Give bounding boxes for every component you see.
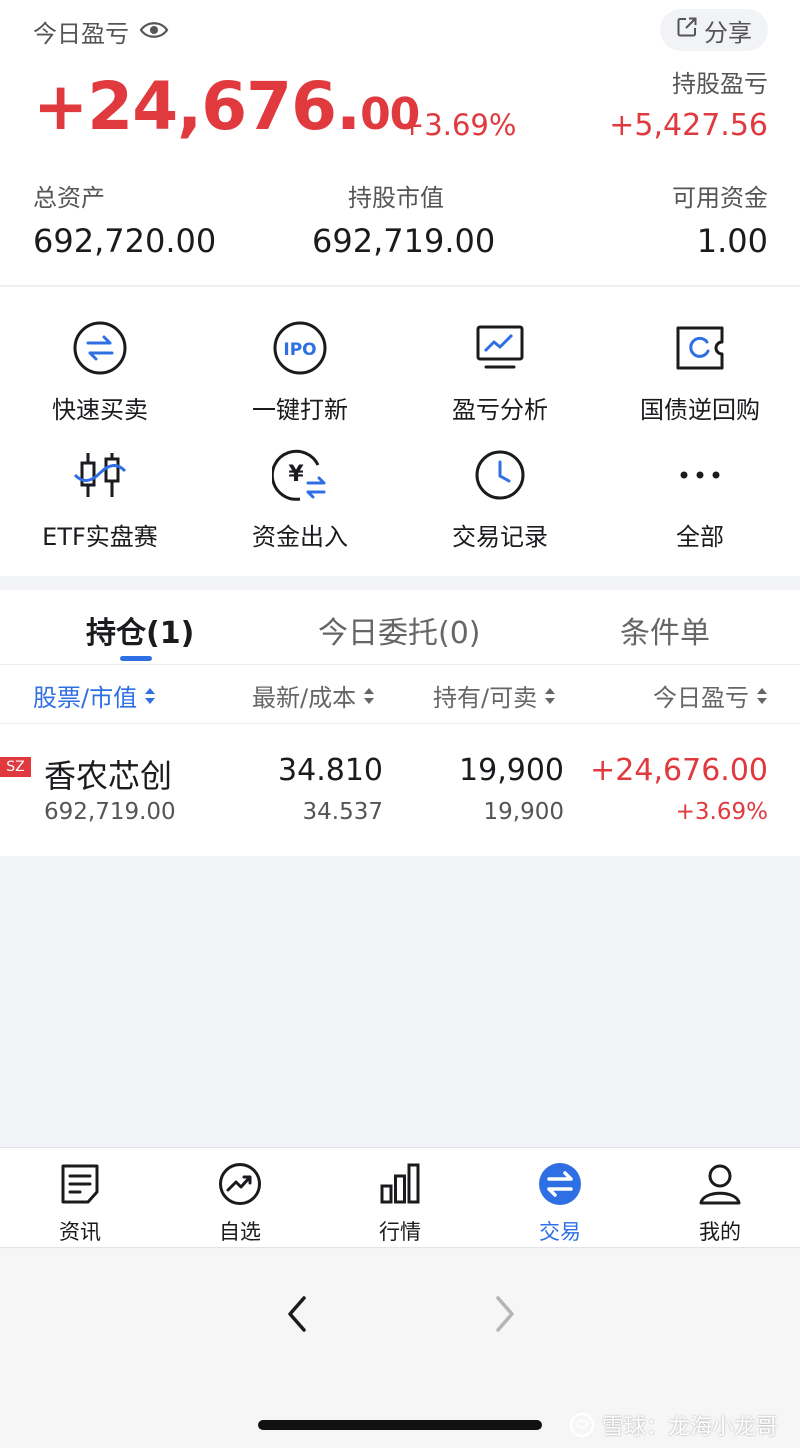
monitor-chart-icon bbox=[472, 320, 528, 376]
watermark: 雪球：龙海小龙哥 bbox=[568, 1409, 778, 1441]
tool-all[interactable]: 全部 bbox=[600, 447, 800, 557]
share-button[interactable]: 分享 bbox=[660, 9, 768, 51]
trade-icon bbox=[538, 1162, 582, 1210]
tool-pl-analysis[interactable]: 盈亏分析 bbox=[400, 320, 600, 430]
sort-hold-sellable[interactable]: 持有/可卖 bbox=[433, 678, 556, 713]
forward-button[interactable] bbox=[484, 1294, 524, 1334]
tab-conditional-orders[interactable]: 条件单 bbox=[620, 608, 710, 652]
candlestick-icon bbox=[72, 447, 128, 503]
snowball-logo-icon bbox=[569, 1412, 595, 1438]
ticket-refresh-icon bbox=[672, 320, 728, 376]
holdings-panel: 持仓(1) 今日委托(0) 条件单 股票/市值 最新/成本 持有/可卖 今日盈亏… bbox=[0, 590, 800, 856]
tool-label: 交易记录 bbox=[452, 523, 548, 551]
tabbar-market[interactable]: 行情 bbox=[320, 1162, 480, 1246]
tool-label: 资金出入 bbox=[252, 523, 348, 551]
tabbar-label: 行情 bbox=[379, 1220, 421, 1244]
tabbar-label: 交易 bbox=[539, 1220, 581, 1244]
today-pl-value: +24,676.00 bbox=[33, 68, 420, 145]
tool-grid: 快速买卖 IPO 一键打新 盈亏分析 国债逆回购 ETF实盘赛 ¥ 资金出入 交… bbox=[0, 287, 800, 576]
today-pl-header: 今日盈亏 bbox=[33, 14, 169, 49]
sort-icon bbox=[757, 687, 768, 705]
holding-pl-label: 持股盈亏 bbox=[672, 70, 768, 98]
account-summary: 今日盈亏 分享 +24,676.00 +3.69% 持股盈亏 +5,427.56… bbox=[0, 0, 800, 286]
tool-fund-transfer[interactable]: ¥ 资金出入 bbox=[200, 447, 400, 557]
tabbar-news[interactable]: 资讯 bbox=[0, 1162, 160, 1246]
holdings-tabs: 持仓(1) 今日委托(0) 条件单 bbox=[0, 590, 800, 665]
tool-ipo[interactable]: IPO 一键打新 bbox=[200, 320, 400, 430]
available-cash-value: 1.00 bbox=[696, 222, 768, 260]
tool-label: 全部 bbox=[676, 523, 724, 551]
column-label: 股票/市值 bbox=[33, 684, 138, 712]
sort-stock-value[interactable]: 股票/市值 bbox=[33, 678, 156, 713]
back-button[interactable] bbox=[278, 1294, 318, 1334]
tab-positions[interactable]: 持仓(1) bbox=[86, 608, 194, 652]
yuan-transfer-icon: ¥ bbox=[272, 447, 328, 503]
tabbar-label: 我的 bbox=[699, 1220, 741, 1244]
swap-icon bbox=[72, 320, 128, 376]
holding-row[interactable]: SZ 香农芯创 692,719.00 34.810 34.537 19,900 … bbox=[0, 725, 800, 856]
sort-latest-cost[interactable]: 最新/成本 bbox=[252, 678, 375, 713]
more-dots-icon bbox=[672, 447, 728, 503]
sellable-quantity: 19,900 bbox=[483, 799, 564, 825]
holding-pl-value: +5,427.56 bbox=[609, 108, 768, 143]
news-icon bbox=[58, 1162, 102, 1210]
browser-toolbar: 雪球：龙海小龙哥 bbox=[0, 1249, 800, 1448]
tool-trade-history[interactable]: 交易记录 bbox=[400, 447, 600, 557]
today-pl-percent: +3.69% bbox=[400, 108, 517, 142]
tool-label: 国债逆回购 bbox=[640, 396, 760, 424]
active-tab-indicator bbox=[120, 656, 152, 661]
tab-today-orders[interactable]: 今日委托(0) bbox=[318, 608, 481, 652]
tabbar-label: 资讯 bbox=[59, 1220, 101, 1244]
market-value-value: 692,719.00 bbox=[312, 222, 496, 260]
tool-quick-trade[interactable]: 快速买卖 bbox=[0, 320, 200, 430]
today-pl-label: 今日盈亏 bbox=[33, 20, 129, 48]
clock-icon bbox=[472, 447, 528, 503]
tabbar-me[interactable]: 我的 bbox=[640, 1162, 800, 1246]
eye-icon[interactable] bbox=[139, 18, 169, 46]
cost-price: 34.537 bbox=[302, 799, 383, 825]
today-pl-main: +24,676. bbox=[33, 68, 361, 145]
share-label: 分享 bbox=[704, 18, 752, 47]
sort-icon bbox=[145, 687, 156, 705]
tabbar-label: 自选 bbox=[219, 1220, 261, 1244]
column-label: 最新/成本 bbox=[252, 684, 357, 712]
tabbar-trade[interactable]: 交易 bbox=[480, 1162, 640, 1246]
column-label: 今日盈亏 bbox=[653, 684, 749, 712]
tabbar-watchlist[interactable]: 自选 bbox=[160, 1162, 320, 1246]
sort-today-pl[interactable]: 今日盈亏 bbox=[653, 678, 768, 713]
tool-etf-contest[interactable]: ETF实盘赛 bbox=[0, 447, 200, 557]
row-today-pl-percent: +3.69% bbox=[675, 799, 768, 825]
bottom-tab-bar: 资讯 自选 行情 交易 我的 bbox=[0, 1147, 800, 1248]
stock-name: 香农芯创 bbox=[44, 757, 173, 795]
row-today-pl: +24,676.00 bbox=[590, 753, 768, 788]
bar-chart-icon bbox=[378, 1162, 422, 1210]
sort-icon bbox=[545, 687, 556, 705]
tool-label: ETF实盘赛 bbox=[42, 523, 158, 551]
tool-label: 快速买卖 bbox=[52, 396, 148, 424]
market-value-label: 持股市值 bbox=[348, 184, 444, 212]
total-assets-value: 692,720.00 bbox=[33, 222, 217, 260]
tool-label: 一键打新 bbox=[252, 396, 348, 424]
market-badge: SZ bbox=[0, 757, 31, 777]
stock-market-value: 692,719.00 bbox=[44, 799, 176, 825]
tool-label: 盈亏分析 bbox=[452, 396, 548, 424]
available-cash-label: 可用资金 bbox=[672, 184, 768, 212]
svg-text:IPO: IPO bbox=[283, 340, 316, 360]
watermark-text: 雪球：龙海小龙哥 bbox=[601, 1415, 778, 1440]
hold-quantity: 19,900 bbox=[459, 753, 564, 788]
ipo-icon: IPO bbox=[272, 320, 328, 376]
trend-icon bbox=[218, 1162, 262, 1210]
sort-icon bbox=[364, 687, 375, 705]
holdings-column-header: 股票/市值 最新/成本 持有/可卖 今日盈亏 bbox=[0, 666, 800, 724]
column-label: 持有/可卖 bbox=[433, 684, 538, 712]
svg-text:¥: ¥ bbox=[288, 462, 304, 487]
share-icon bbox=[676, 16, 698, 44]
chevron-left-icon bbox=[288, 1296, 306, 1332]
chevron-right-icon bbox=[496, 1296, 514, 1332]
tool-reverse-repo[interactable]: 国债逆回购 bbox=[600, 320, 800, 430]
total-assets-label: 总资产 bbox=[33, 184, 105, 212]
home-indicator[interactable] bbox=[258, 1420, 542, 1430]
latest-price: 34.810 bbox=[278, 753, 383, 788]
person-icon bbox=[698, 1162, 742, 1210]
